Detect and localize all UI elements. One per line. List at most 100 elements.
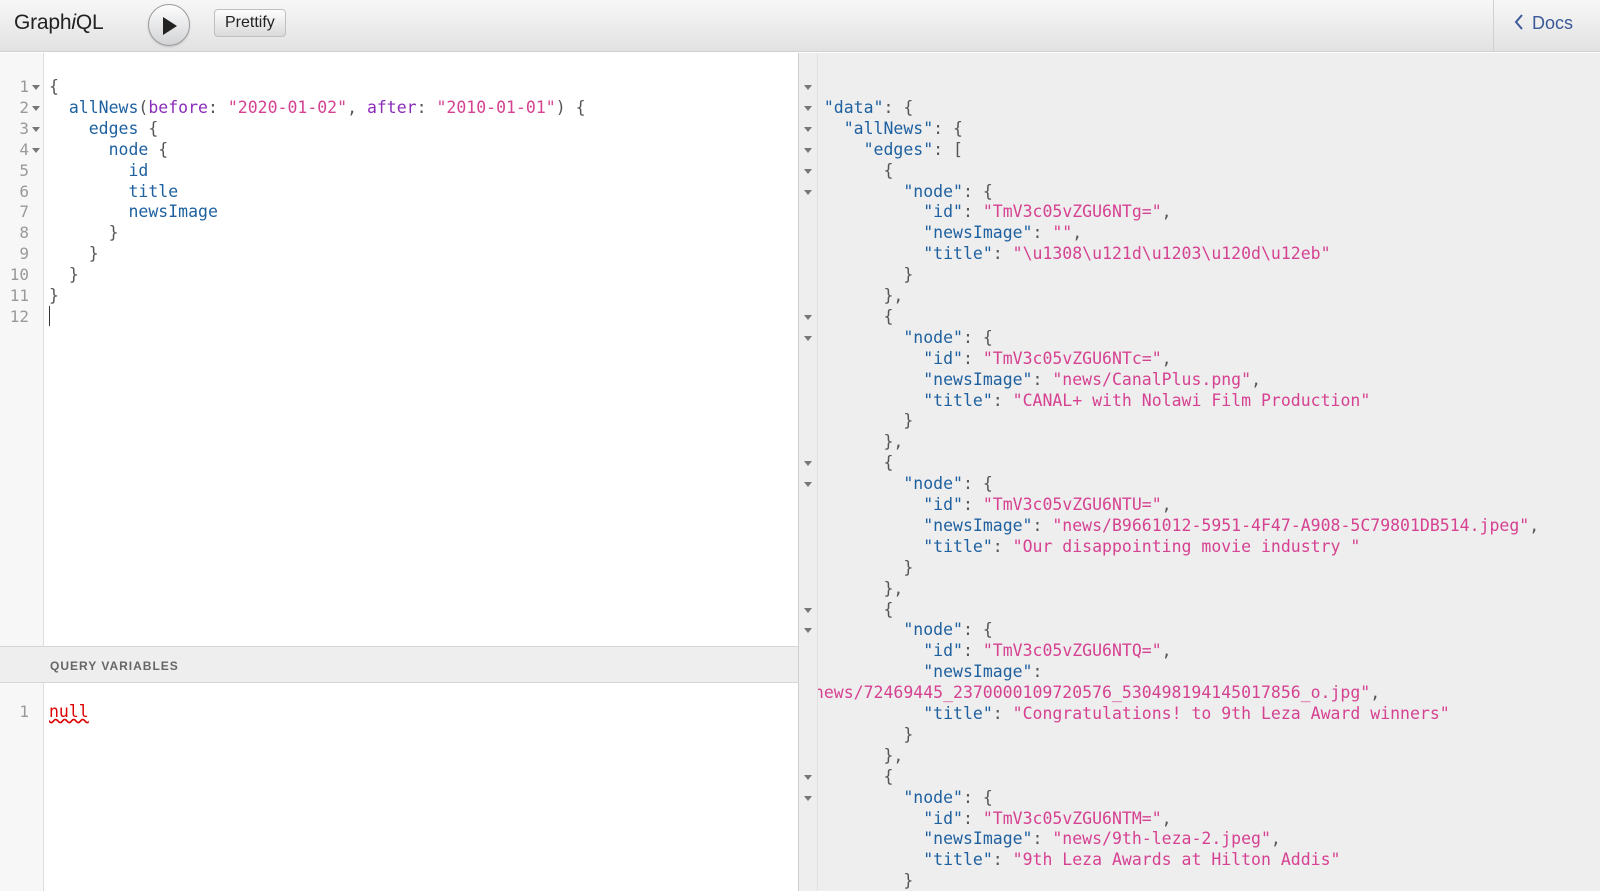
fold-arrow-icon[interactable] [804,482,812,488]
code-token: }, [883,578,904,598]
query-line: edges { [49,118,159,139]
fold-arrow-icon[interactable] [804,774,812,780]
result-line: "allNews": { [818,118,963,139]
fold-arrow-icon[interactable] [804,168,812,174]
code-token: , [1270,829,1281,849]
code-token: "allNews" [843,118,934,138]
result-line: "newsImage": [818,661,1042,682]
code-token: : [992,850,1013,870]
code-token: title [128,181,179,201]
line-number: 2 [19,97,29,117]
query-line: } [49,222,119,243]
code-token: before [148,97,208,117]
code-token: "news/72469445_2370000109720576_53049819… [818,683,1371,703]
query-editor[interactable]: { allNews(before: "2020-01-02", after: "… [44,53,798,648]
code-token: : [1032,223,1053,243]
result-line: { [818,599,893,620]
code-token: "newsImage" [923,223,1033,243]
fold-arrow-icon[interactable] [804,461,812,467]
code-token: newsImage [128,202,218,222]
fold-arrow-icon[interactable] [804,147,812,153]
code-token: : { [962,327,993,347]
query-line: } [49,243,99,264]
app-title: GraphiQL [14,11,104,35]
code-token: { [883,766,894,786]
fold-arrow-icon[interactable] [804,628,812,634]
docs-explorer-toggle-area: Docs [1493,0,1600,52]
code-token: "CANAL+ with Nolawi Film Production" [1012,390,1371,410]
query-line: { [49,76,59,97]
query-line: title [49,181,178,202]
execute-query-button[interactable] [148,4,190,46]
line-number: 7 [19,202,29,222]
line-number: 9 [19,244,29,264]
line-number: 3 [19,118,29,138]
fold-arrow-icon[interactable] [804,189,812,195]
code-token: "newsImage" [923,369,1033,389]
code-token: , [1072,223,1083,243]
fold-arrow-icon[interactable] [804,335,812,341]
code-token: : [992,244,1013,264]
fold-arrow-icon[interactable] [32,105,40,111]
fold-arrow-icon[interactable] [804,85,812,90]
code-token: : [992,704,1013,723]
code-token: "2020-01-02" [227,97,348,117]
code-token: : { [933,118,963,138]
code-token: "TmV3c05vZGU6NTc=" [982,348,1162,368]
code-token: "Our disappointing movie industry " [1012,536,1361,556]
query-editor-gutter: 1 2 3 4 5 6 7 8 9 10 11 12 [0,53,44,648]
code-token: } [903,265,914,285]
result-line: "id": "TmV3c05vZGU6NTg=", [818,201,1172,222]
code-token: : [992,536,1013,556]
result-line: }, [818,745,903,766]
code-token: , [1161,348,1172,368]
code-token: : [207,97,228,117]
variables-editor-gutter: 1 [0,683,44,891]
code-token: id [128,160,149,180]
fold-arrow-icon[interactable] [804,105,812,111]
code-token: , [1161,202,1172,222]
code-token: "news/9th-leza-2.jpeg" [1052,829,1271,849]
query-variables-header[interactable]: QUERY VARIABLES [0,646,798,683]
fold-arrow-icon[interactable] [32,126,40,132]
result-line: "news/72469445_2370000109720576_53049819… [818,682,1380,703]
code-token: edges [88,118,139,138]
code-token: "id" [923,202,963,222]
result-line: "id": "TmV3c05vZGU6NTU=", [818,494,1171,515]
result-line: { [818,160,893,181]
fold-arrow-icon[interactable] [804,607,812,613]
code-token: "TmV3c05vZGU6NTg=" [982,202,1162,222]
result-line: "id": "TmV3c05vZGU6NTM=", [818,808,1171,829]
result-line: } [818,410,913,431]
code-token: }, [883,745,904,765]
code-token: { [883,306,894,326]
code-token: { [883,599,894,619]
fold-arrow-icon[interactable] [804,126,812,132]
code-token: { [148,139,169,159]
code-token: } [903,557,914,577]
result-line: "title": "9th Leza Awards at Hilton Addi… [818,849,1340,870]
app-title-prefix: Graph [14,11,72,34]
variables-editor[interactable]: null [44,683,798,891]
fold-arrow-icon[interactable] [804,795,812,801]
result-viewer: { "data": { "allNews": { "edges": [ { "n… [818,53,1600,891]
fold-arrow-icon[interactable] [32,85,40,90]
line-number: 10 [9,265,29,285]
code-token: "title" [923,850,993,870]
fold-arrow-icon[interactable] [804,314,812,320]
docs-button[interactable]: Docs [1514,13,1573,35]
prettify-button[interactable]: Prettify [214,9,286,37]
code-token: allNews [68,97,139,117]
code-token: } [903,411,914,431]
fold-arrow-icon[interactable] [32,147,40,153]
